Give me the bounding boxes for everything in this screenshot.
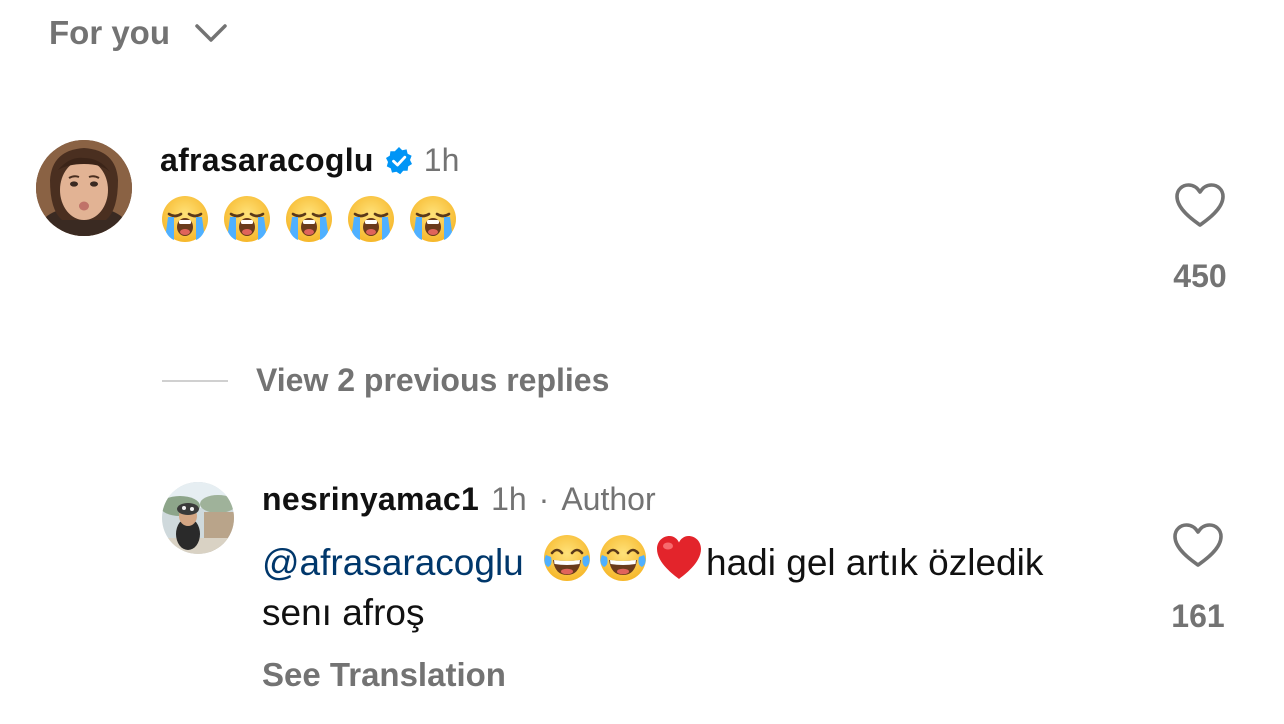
comment-like: 450 xyxy=(1164,182,1236,295)
avatar[interactable] xyxy=(36,140,132,236)
sort-dropdown[interactable]: For you xyxy=(49,14,228,52)
loudly-crying-face-icon xyxy=(160,194,210,244)
separator-dot: · xyxy=(538,481,550,517)
loudly-crying-face-icon xyxy=(222,194,272,244)
see-translation-link[interactable]: See Translation xyxy=(262,656,506,694)
replies-divider xyxy=(162,379,228,382)
comment-username[interactable]: afrasaracoglu xyxy=(160,142,374,179)
mention-link[interactable]: @afrasaracoglu xyxy=(262,542,524,583)
loudly-crying-face-icon xyxy=(408,194,458,244)
comments-panel: For you afrasaracoglu 1h 450 View 2 prev… xyxy=(0,0,1284,724)
reply-time: 1h xyxy=(491,481,527,517)
comment-header: afrasaracoglu 1h xyxy=(160,142,459,179)
loudly-crying-face-icon xyxy=(284,194,334,244)
loudly-crying-face-icon xyxy=(346,194,396,244)
reply-header: nesrinyamac1 1h · Author xyxy=(262,481,656,518)
face-with-tears-of-joy-icon xyxy=(542,533,592,583)
heart-icon[interactable] xyxy=(1172,522,1224,568)
like-count: 161 xyxy=(1171,598,1225,634)
avatar[interactable] xyxy=(162,482,234,554)
chevron-down-icon xyxy=(195,24,227,42)
reply-like: 161 xyxy=(1162,522,1234,635)
heart-icon[interactable] xyxy=(1174,182,1226,228)
red-heart-icon xyxy=(654,533,704,583)
reply-username[interactable]: nesrinyamac1 xyxy=(262,481,479,518)
view-replies-button[interactable]: View 2 previous replies xyxy=(162,362,609,399)
reply-text: @afrasaracoglu hadi gel artık özledik se… xyxy=(262,533,1122,638)
view-replies-label: View 2 previous replies xyxy=(256,362,610,398)
comment-time: 1h xyxy=(423,142,460,178)
author-badge: Author xyxy=(561,481,656,517)
face-with-tears-of-joy-icon xyxy=(598,533,648,583)
like-count: 450 xyxy=(1173,258,1227,294)
sort-label: For you xyxy=(49,14,170,51)
verified-badge-icon xyxy=(385,146,412,174)
comment-text xyxy=(160,194,458,244)
